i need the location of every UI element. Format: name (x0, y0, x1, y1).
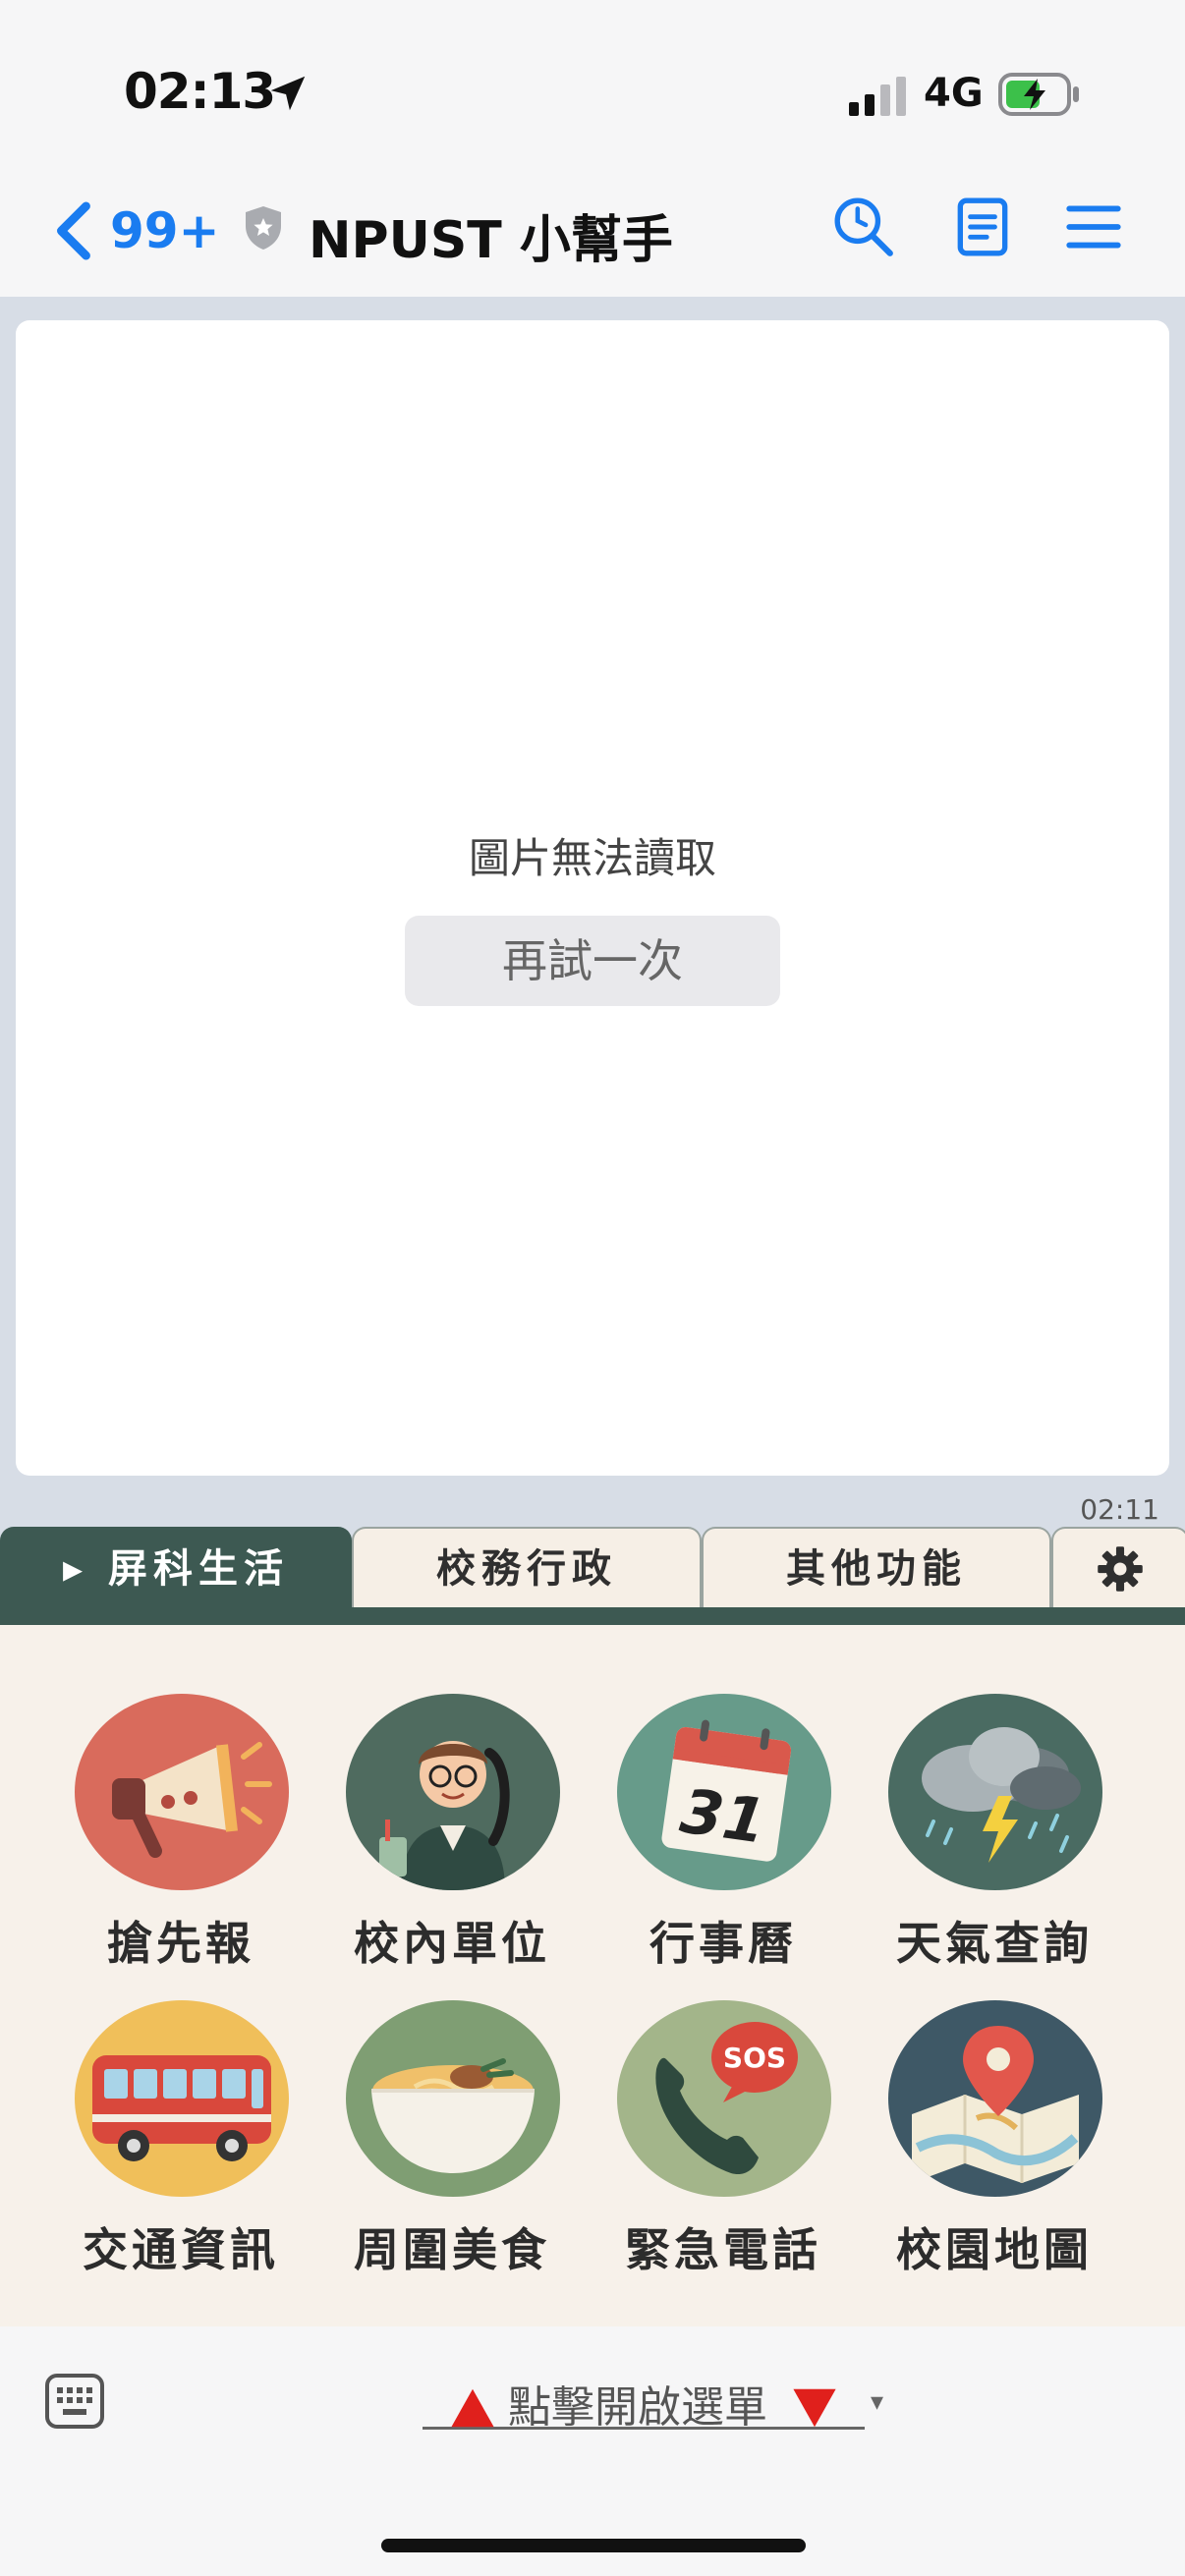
bus-icon (75, 2000, 289, 2197)
tab-campus-life[interactable]: ▸ 屏科生活 (0, 1527, 352, 1609)
network-type: 4G (924, 71, 984, 116)
storm-cloud-icon (888, 1694, 1102, 1890)
noodle-bowl-icon (346, 2000, 560, 2197)
home-indicator (381, 2539, 806, 2552)
red-triangle-up-icon (451, 2388, 494, 2428)
menu-caret-icon[interactable]: ▾ (871, 2387, 883, 2417)
message-timestamp: 02:11 (1080, 1493, 1159, 1526)
red-triangle-down-icon (793, 2388, 836, 2428)
menu-item-weather[interactable]: 天氣查詢 (857, 1694, 1132, 1988)
menu-item-nearby-food[interactable]: 周圍美食 (314, 2000, 590, 2295)
menu-item-label: 天氣查詢 (896, 1917, 1093, 1970)
image-error-text: 圖片無法讀取 (468, 834, 716, 882)
cellular-signal-icon (849, 77, 906, 116)
staff-phone-icon (346, 1694, 560, 1890)
menu-item-label: 搶先報 (107, 1917, 254, 1970)
menu-item-announcements[interactable]: 搶先報 (43, 1694, 318, 1988)
menu-item-label: 行事曆 (649, 1917, 797, 1970)
megaphone-icon (75, 1694, 289, 1890)
battery-charging-icon (998, 73, 1079, 116)
retry-button[interactable]: 再試一次 (405, 916, 780, 1006)
tab-settings[interactable] (1051, 1527, 1185, 1609)
unread-count-back-button[interactable]: 99+ (110, 202, 219, 259)
menu-item-label: 周圍美食 (354, 2223, 550, 2276)
svg-text:31: 31 (676, 1774, 770, 1857)
tab-administration[interactable]: 校務行政 (352, 1527, 702, 1609)
map-pin-icon (888, 2000, 1102, 2197)
hamburger-menu-icon[interactable] (1061, 195, 1126, 259)
location-arrow-icon (270, 76, 306, 111)
menu-item-campus-map[interactable]: 校園地圖 (857, 2000, 1132, 2295)
tab-other-functions[interactable]: 其他功能 (702, 1527, 1051, 1609)
search-icon[interactable] (831, 195, 896, 259)
gear-icon (1098, 1546, 1143, 1592)
menu-item-label: 交通資訊 (83, 2223, 279, 2276)
status-time: 02:13 (124, 63, 276, 120)
menu-item-campus-units[interactable]: 校內單位 (314, 1694, 590, 1988)
svg-text:SOS: SOS (723, 2042, 786, 2074)
sos-phone-icon: SOS (617, 2000, 831, 2197)
menu-item-emergency-phone[interactable]: SOS 緊急電話 (586, 2000, 861, 2295)
keyboard-icon[interactable] (43, 2370, 106, 2433)
tab-underline-strip (0, 1607, 1185, 1625)
menu-item-transportation[interactable]: 交通資訊 (43, 2000, 318, 2295)
chat-title: NPUST 小幫手 (309, 211, 673, 270)
menu-item-label: 校內單位 (354, 1917, 550, 1970)
verified-shield-icon (246, 206, 281, 250)
menu-item-calendar[interactable]: 31 行事曆 (586, 1694, 861, 1988)
notes-icon[interactable] (950, 195, 1015, 259)
menu-item-label: 緊急電話 (625, 2223, 821, 2276)
open-menu-toggle[interactable]: 點擊開啟選單 (423, 2372, 865, 2433)
back-chevron-icon[interactable] (51, 200, 94, 261)
image-message-card[interactable] (16, 320, 1169, 1476)
calendar-icon: 31 (617, 1694, 831, 1890)
menu-item-label: 校園地圖 (896, 2223, 1093, 2276)
open-menu-label: 點擊開啟選單 (508, 2382, 767, 2433)
